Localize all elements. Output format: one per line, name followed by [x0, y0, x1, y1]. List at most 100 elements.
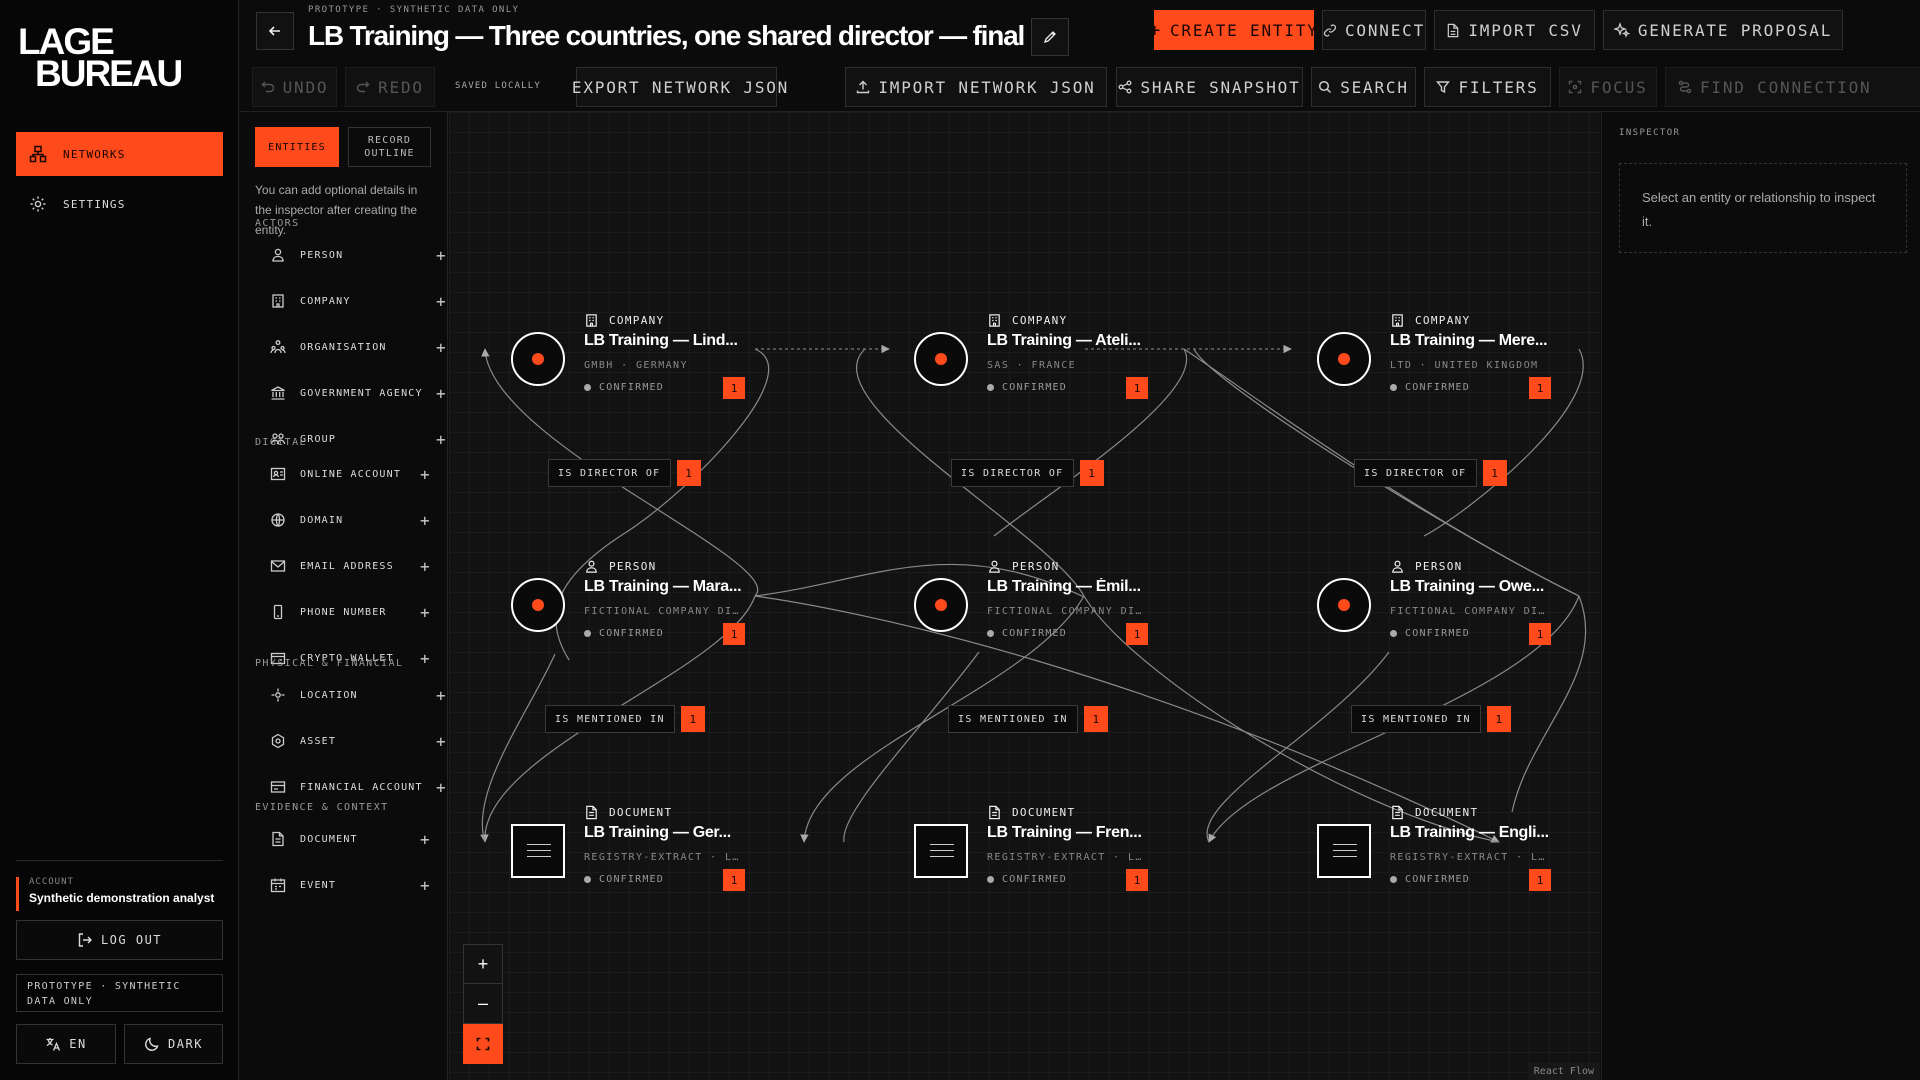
node-handle[interactable]	[511, 332, 565, 386]
add-icon[interactable]: +	[436, 686, 447, 705]
network-canvas[interactable]: COMPANY LB Training — Lind... GMBH · GERMA…	[449, 112, 1600, 1080]
edit-title-button[interactable]	[1031, 18, 1069, 56]
palette-item-email-address[interactable]: EMAIL ADDRESS +	[270, 556, 438, 576]
sidebar-item-networks[interactable]: NETWORKS	[16, 132, 223, 176]
zoom-in-button[interactable]: +	[463, 944, 503, 984]
language-toggle[interactable]: EN	[16, 1024, 116, 1064]
graph-node-company[interactable]: COMPANY LB Training — Lind... GMBH · GERMA…	[456, 292, 776, 408]
add-icon[interactable]: +	[436, 430, 447, 449]
graph-node-person[interactable]: PERSON LB Training — Émil... FICTIONAL COM…	[859, 538, 1179, 654]
node-handle[interactable]	[914, 578, 968, 632]
palette-item-location[interactable]: LOCATION +	[270, 685, 446, 705]
palette-item-financial-account[interactable]: FINANCIAL ACCOUNT +	[270, 777, 446, 797]
palette-item-event[interactable]: EVENT +	[270, 875, 438, 895]
edge-count-badge: 1	[676, 460, 701, 486]
edge-label[interactable]: IS DIRECTOR OF 1	[548, 459, 701, 487]
connect-button[interactable]: CONNECT	[1322, 10, 1426, 50]
node-count-badge[interactable]: 1	[1529, 623, 1551, 645]
node-count-badge[interactable]: 1	[1529, 377, 1551, 399]
edge-label[interactable]: IS DIRECTOR OF 1	[951, 459, 1104, 487]
add-icon[interactable]: +	[436, 292, 447, 311]
document-node-handle[interactable]	[1317, 824, 1371, 878]
graph-node-company[interactable]: COMPANY LB Training — Ateli... SAS · FRANC…	[859, 292, 1179, 408]
node-count-badge[interactable]: 1	[723, 869, 745, 891]
node-type-label: COMPANY	[1415, 314, 1471, 327]
pencil-icon	[1043, 31, 1056, 44]
zoom-out-button[interactable]: –	[463, 984, 503, 1024]
graph-node-document[interactable]: DOCUMENT LB Training — Engli... REGISTRY-E…	[1262, 784, 1582, 900]
logout-button[interactable]: LOG OUT	[16, 920, 223, 960]
graph-node-document[interactable]: DOCUMENT LB Training — Ger... REGISTRY-EXT…	[456, 784, 776, 900]
focus-button[interactable]: FOCUS	[1559, 67, 1657, 107]
add-icon[interactable]: +	[420, 830, 431, 849]
add-icon[interactable]: +	[420, 465, 431, 484]
node-count-badge[interactable]: 1	[1126, 377, 1148, 399]
import-csv-button[interactable]: IMPORT CSV	[1434, 10, 1595, 50]
redo-label: REDO	[378, 77, 424, 97]
add-icon[interactable]: +	[436, 732, 447, 751]
document-node-handle[interactable]	[914, 824, 968, 878]
palette-item-label: PERSON	[300, 249, 344, 261]
sidebar-item-settings[interactable]: SETTINGS	[16, 182, 223, 226]
node-count-badge[interactable]: 1	[1529, 869, 1551, 891]
graph-node-company[interactable]: COMPANY LB Training — Mere... LTD · UNITED…	[1262, 292, 1582, 408]
node-count-badge[interactable]: 1	[723, 377, 745, 399]
edge-label[interactable]: IS MENTIONED IN 1	[1351, 705, 1511, 733]
node-status: CONFIRMED	[987, 382, 1067, 393]
add-icon[interactable]: +	[436, 246, 447, 265]
node-handle[interactable]	[914, 332, 968, 386]
export-json-button[interactable]: EXPORT NETWORK JSON	[572, 67, 787, 107]
financial-icon	[270, 781, 286, 793]
node-count-badge[interactable]: 1	[723, 623, 745, 645]
tab-entities[interactable]: ENTITIES	[255, 127, 339, 167]
add-icon[interactable]: +	[420, 649, 431, 668]
add-icon[interactable]: +	[420, 603, 431, 622]
create-entity-button[interactable]: + CREATE ENTITY	[1149, 10, 1317, 50]
theme-toggle[interactable]: DARK	[124, 1024, 223, 1064]
node-handle[interactable]	[1317, 332, 1371, 386]
palette-item-label: GOVERNMENT AGENCY	[300, 387, 423, 399]
find-connection-button[interactable]: FIND CONNECTION	[1665, 67, 1920, 107]
node-count-badge[interactable]: 1	[1126, 623, 1148, 645]
add-icon[interactable]: +	[420, 511, 431, 530]
node-count-badge[interactable]: 1	[1126, 869, 1148, 891]
brand-logo[interactable]: LAGE BUREAU	[18, 23, 183, 92]
edge-label[interactable]: IS DIRECTOR OF 1	[1354, 459, 1507, 487]
search-button[interactable]: SEARCH	[1311, 67, 1416, 107]
node-handle[interactable]	[1317, 578, 1371, 632]
add-icon[interactable]: +	[420, 876, 431, 895]
palette-item-person[interactable]: PERSON +	[270, 245, 446, 265]
redo-button[interactable]: REDO	[345, 67, 435, 107]
prototype-label: PROTOTYPE · SYNTHETIC DATA ONLY	[308, 5, 520, 15]
generate-proposal-button[interactable]: GENERATE PROPOSAL	[1603, 10, 1843, 50]
react-flow-attribution[interactable]: React Flow	[1527, 1063, 1600, 1080]
add-icon[interactable]: +	[436, 384, 447, 403]
add-icon[interactable]: +	[436, 778, 447, 797]
search-label: SEARCH	[1340, 77, 1409, 97]
palette-item-phone-number[interactable]: PHONE NUMBER +	[270, 602, 438, 622]
undo-button[interactable]: UNDO	[252, 67, 337, 107]
edge-label[interactable]: IS MENTIONED IN 1	[948, 705, 1108, 733]
share-snapshot-button[interactable]: SHARE SNAPSHOT	[1116, 67, 1303, 107]
graph-node-person[interactable]: PERSON LB Training — Owe... FICTIONAL COMP…	[1262, 538, 1582, 654]
edge-label[interactable]: IS MENTIONED IN 1	[545, 705, 705, 733]
palette-item-company[interactable]: COMPANY +	[270, 291, 446, 311]
palette-item-organisation[interactable]: ORGANISATION +	[270, 337, 446, 357]
import-json-button[interactable]: IMPORT NETWORK JSON	[845, 67, 1107, 107]
node-handle[interactable]	[511, 578, 565, 632]
document-node-handle[interactable]	[511, 824, 565, 878]
filters-button[interactable]: FILTERS	[1424, 67, 1551, 107]
fit-view-button[interactable]	[463, 1024, 503, 1064]
palette-item-domain[interactable]: DOMAIN +	[270, 510, 438, 530]
palette-item-government-agency[interactable]: GOVERNMENT AGENCY +	[270, 383, 446, 403]
graph-node-person[interactable]: PERSON LB Training — Mara... FICTIONAL COM…	[456, 538, 776, 654]
node-status: CONFIRMED	[987, 628, 1067, 639]
back-button[interactable]	[256, 12, 294, 50]
add-icon[interactable]: +	[420, 557, 431, 576]
graph-node-document[interactable]: DOCUMENT LB Training — Fren... REGISTRY-EX…	[859, 784, 1179, 900]
palette-item-online-account[interactable]: ONLINE ACCOUNT +	[270, 464, 438, 484]
palette-item-asset[interactable]: ASSET +	[270, 731, 446, 751]
add-icon[interactable]: +	[436, 338, 447, 357]
palette-item-document[interactable]: DOCUMENT +	[270, 829, 438, 849]
tab-record-outline[interactable]: RECORD OUTLINE	[348, 127, 431, 167]
